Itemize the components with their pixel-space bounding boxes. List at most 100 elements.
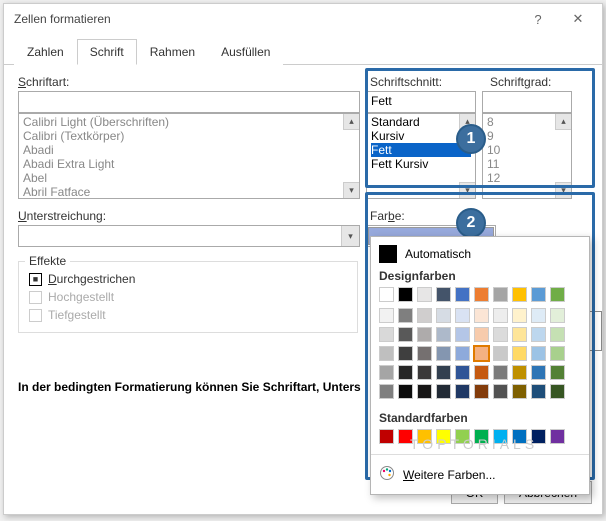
color-swatch[interactable] <box>398 346 413 361</box>
color-swatch[interactable] <box>455 327 470 342</box>
color-swatch[interactable] <box>531 308 546 323</box>
color-swatch[interactable] <box>417 365 432 380</box>
color-swatch[interactable] <box>531 365 546 380</box>
underline-combo[interactable]: ▾ <box>18 225 360 247</box>
list-item[interactable]: Abril Fatface <box>23 185 355 199</box>
chevron-down-icon[interactable]: ▾ <box>341 226 359 246</box>
color-swatch[interactable] <box>550 287 565 302</box>
color-swatch[interactable] <box>474 384 489 399</box>
list-item[interactable]: Fett <box>371 143 471 157</box>
tab-font[interactable]: Schrift <box>77 39 137 65</box>
color-swatch[interactable] <box>455 308 470 323</box>
color-swatch[interactable] <box>512 365 527 380</box>
size-list[interactable]: 8 9 10 11 12 ▴ ▾ <box>482 113 572 199</box>
color-swatch[interactable] <box>474 346 489 361</box>
auto-color-row[interactable]: Automatisch <box>379 245 581 263</box>
color-swatch[interactable] <box>493 346 508 361</box>
tab-numbers[interactable]: Zahlen <box>14 39 77 65</box>
list-item[interactable]: Calibri (Textkörper) <box>23 129 355 143</box>
color-swatch[interactable] <box>398 327 413 342</box>
color-swatch[interactable] <box>474 308 489 323</box>
color-swatch[interactable] <box>531 346 546 361</box>
tab-fill[interactable]: Ausfüllen <box>208 39 283 65</box>
scroll-down-icon[interactable]: ▾ <box>459 182 475 198</box>
color-swatch[interactable] <box>493 308 508 323</box>
scroll-up-icon[interactable]: ▴ <box>343 114 359 130</box>
color-swatch[interactable] <box>379 308 394 323</box>
color-swatch[interactable] <box>379 384 394 399</box>
list-item[interactable]: 9 <box>487 129 567 143</box>
tab-border[interactable]: Rahmen <box>137 39 208 65</box>
color-swatch[interactable] <box>493 327 508 342</box>
color-swatch[interactable] <box>474 287 489 302</box>
color-swatch[interactable] <box>493 384 508 399</box>
color-swatch[interactable] <box>493 365 508 380</box>
color-swatch[interactable] <box>417 308 432 323</box>
font-input[interactable] <box>18 91 360 113</box>
color-swatch[interactable] <box>417 346 432 361</box>
color-swatch[interactable] <box>379 429 394 444</box>
color-swatch[interactable] <box>398 365 413 380</box>
color-swatch[interactable] <box>417 384 432 399</box>
color-swatch[interactable] <box>550 384 565 399</box>
scroll-down-icon[interactable]: ▾ <box>555 182 571 198</box>
color-swatch[interactable] <box>474 327 489 342</box>
color-swatch[interactable] <box>379 327 394 342</box>
check-label: Durchgestrichen <box>48 272 135 286</box>
color-swatch[interactable] <box>379 287 394 302</box>
check-subscript: Tiefgestellt <box>29 308 347 322</box>
color-swatch[interactable] <box>550 327 565 342</box>
color-swatch[interactable] <box>436 365 451 380</box>
list-item[interactable]: 11 <box>487 157 567 171</box>
color-swatch[interactable] <box>512 308 527 323</box>
color-swatch[interactable] <box>512 287 527 302</box>
color-swatch[interactable] <box>512 346 527 361</box>
color-swatch[interactable] <box>493 287 508 302</box>
list-item[interactable]: Abadi <box>23 143 355 157</box>
color-swatch[interactable] <box>379 346 394 361</box>
help-button[interactable]: ? <box>518 5 558 33</box>
style-list[interactable]: Standard Kursiv Fett Fett Kursiv ▴ ▾ <box>366 113 476 199</box>
color-swatch[interactable] <box>512 384 527 399</box>
scroll-down-icon[interactable]: ▾ <box>343 182 359 198</box>
list-item[interactable]: 10 <box>487 143 567 157</box>
color-swatch[interactable] <box>436 327 451 342</box>
color-swatch[interactable] <box>531 327 546 342</box>
color-swatch[interactable] <box>550 429 565 444</box>
color-swatch[interactable] <box>474 365 489 380</box>
color-swatch[interactable] <box>455 384 470 399</box>
scroll-up-icon[interactable]: ▴ <box>555 114 571 130</box>
close-button[interactable]: ✕ <box>558 5 598 33</box>
color-swatch[interactable] <box>436 384 451 399</box>
list-item[interactable]: Fett Kursiv <box>371 157 471 171</box>
color-swatch[interactable] <box>512 327 527 342</box>
more-colors-row[interactable]: Weitere Farben... <box>379 463 581 486</box>
color-swatch[interactable] <box>398 308 413 323</box>
font-list[interactable]: Calibri Light (Überschriften) Calibri (T… <box>18 113 360 199</box>
list-item[interactable]: Calibri Light (Überschriften) <box>23 115 355 129</box>
color-swatch[interactable] <box>398 384 413 399</box>
color-swatch[interactable] <box>436 287 451 302</box>
color-swatch[interactable] <box>417 327 432 342</box>
color-swatch[interactable] <box>455 346 470 361</box>
check-strikethrough[interactable]: Durchgestrichen <box>29 272 347 286</box>
color-swatch[interactable] <box>436 346 451 361</box>
color-swatch[interactable] <box>436 308 451 323</box>
color-swatch[interactable] <box>531 384 546 399</box>
color-swatch[interactable] <box>379 365 394 380</box>
color-dropdown[interactable]: Automatisch Designfarben Standardfarben … <box>370 236 590 495</box>
color-swatch[interactable] <box>550 346 565 361</box>
color-swatch[interactable] <box>550 365 565 380</box>
color-swatch[interactable] <box>550 308 565 323</box>
color-swatch[interactable] <box>455 287 470 302</box>
color-swatch[interactable] <box>398 287 413 302</box>
style-input[interactable]: Fett <box>366 91 476 113</box>
list-item[interactable]: Abel <box>23 171 355 185</box>
color-swatch[interactable] <box>417 287 432 302</box>
size-input[interactable] <box>482 91 572 113</box>
color-swatch[interactable] <box>455 365 470 380</box>
list-item[interactable]: Standard <box>371 115 471 129</box>
color-swatch[interactable] <box>531 287 546 302</box>
list-item[interactable]: Abadi Extra Light <box>23 157 355 171</box>
standard-colors-label: Standardfarben <box>379 411 581 425</box>
